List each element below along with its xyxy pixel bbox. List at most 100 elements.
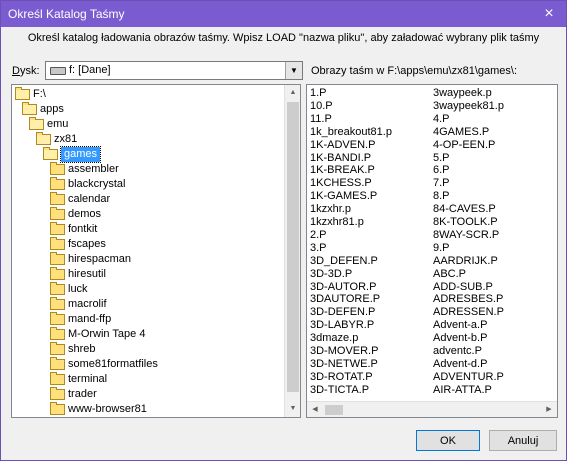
file-item[interactable]: 3D-AUTOR.P	[310, 281, 376, 294]
file-item[interactable]: adventc.P	[433, 345, 482, 358]
folder-icon	[50, 237, 65, 250]
tree-scroll-thumb[interactable]	[287, 102, 299, 392]
tree-item-label: zx81	[54, 133, 78, 145]
file-item[interactable]: Advent-d.P	[433, 358, 487, 371]
close-icon[interactable]: ×	[532, 1, 566, 27]
file-item[interactable]: 3D-LABYR.P	[310, 319, 374, 332]
tree-item-label: blackcrystal	[68, 178, 126, 190]
tree-item-label: some81formatfiles	[68, 358, 158, 370]
file-item[interactable]: 3D-MOVER.P	[310, 345, 378, 358]
instructions-text: Określ katalog ładowania obrazów taśmy. …	[27, 32, 540, 44]
dropdown-arrow-icon[interactable]: ▼	[285, 62, 302, 79]
file-item[interactable]: 1KCHESS.P	[310, 177, 372, 190]
tree-item-label: M-Orwin Tape 4	[68, 328, 146, 340]
folder-icon	[50, 162, 65, 175]
tree-item-label: fscapes	[68, 238, 106, 250]
scroll-right-icon[interactable]: ▶	[541, 402, 557, 417]
folder-icon	[50, 207, 65, 220]
file-item[interactable]: 8.P	[433, 190, 450, 203]
tree-item-label: shreb	[68, 343, 96, 355]
folder-icon	[50, 402, 65, 415]
scroll-up-icon[interactable]: ▲	[285, 85, 300, 101]
file-item[interactable]: 7.P	[433, 177, 450, 190]
drive-value: f: [Dane]	[69, 64, 111, 76]
file-item[interactable]: 4.P	[433, 113, 450, 126]
tree-item-label: F:\	[33, 88, 46, 100]
file-item[interactable]: 11.P	[310, 113, 332, 126]
scroll-left-icon[interactable]: ◀	[307, 402, 323, 417]
file-item[interactable]: 4GAMES.P	[433, 126, 489, 139]
file-item[interactable]: 1K-ADVEN.P	[310, 139, 375, 152]
open-folder-icon	[15, 87, 30, 100]
folder-icon	[50, 327, 65, 340]
folder-icon	[50, 252, 65, 265]
tree-item-label: emu	[47, 118, 69, 130]
file-item[interactable]: 1k_breakout81.p	[310, 126, 392, 139]
folder-icon	[50, 357, 65, 370]
dialog-window: Określ Katalog Taśmy × Określ katalog ła…	[0, 0, 567, 461]
file-item[interactable]: 3.P	[310, 242, 327, 255]
file-item[interactable]: 3D-TICTA.P	[310, 384, 369, 397]
file-item[interactable]: 1K-BREAK.P	[310, 164, 375, 177]
tree-item-label: assembler	[68, 163, 119, 175]
tape-images-header: Obrazy taśm w F:\apps\emu\zx81\games\:	[311, 65, 518, 77]
files-horizontal-scrollbar[interactable]: ◀ ▶	[307, 401, 557, 417]
file-item[interactable]: Advent-a.P	[433, 319, 487, 332]
open-folder-icon	[43, 147, 58, 160]
file-item[interactable]: Advent-b.P	[433, 332, 487, 345]
scroll-down-icon[interactable]: ▼	[285, 401, 300, 417]
directory-tree[interactable]: F:\ apps emu zx81 games assembler blackcrystal…	[11, 84, 301, 418]
open-folder-icon	[29, 117, 44, 130]
file-item[interactable]: 9.P	[433, 242, 450, 255]
tree-item-label: luck	[68, 283, 88, 295]
file-item[interactable]: 1kzxhr.p	[310, 203, 351, 216]
file-item[interactable]: 3D-ROTAT.P	[310, 371, 373, 384]
file-item[interactable]: 1kzxhr81.p	[310, 216, 364, 229]
file-item[interactable]: 3waypeek.p	[433, 87, 492, 100]
file-item[interactable]: AIR-ATTA.P	[433, 384, 492, 397]
file-item[interactable]: 2.P	[310, 229, 327, 242]
drive-select[interactable]: f: [Dane] ▼	[45, 61, 303, 80]
file-item[interactable]: 3DAUTORE.P	[310, 293, 380, 306]
files-scroll-thumb[interactable]	[325, 405, 343, 415]
file-item[interactable]: 1K-GAMES.P	[310, 190, 377, 203]
file-item[interactable]: 1.P	[310, 87, 327, 100]
file-item[interactable]: AARDRIJK.P	[433, 255, 498, 268]
folder-icon	[50, 267, 65, 280]
file-item[interactable]: ADRESSEN.P	[433, 306, 504, 319]
file-item[interactable]: ADVENTUR.P	[433, 371, 504, 384]
file-item[interactable]: 6.P	[433, 164, 450, 177]
drive-label: Dysk:	[12, 65, 40, 77]
tree-item-label: trader	[68, 388, 97, 400]
file-item[interactable]: 8WAY-SCR.P	[433, 229, 499, 242]
file-item[interactable]: 10.P	[310, 100, 333, 113]
tape-file-list[interactable]: 1.P 10.P 11.P 1k_breakout81.p 1K-ADVEN.P 1K-B…	[306, 84, 558, 418]
tree-item-label: hirespacman	[68, 253, 131, 265]
file-item[interactable]: 8K-TOOLK.P	[433, 216, 498, 229]
file-item[interactable]: 3waypeek81.p	[433, 100, 504, 113]
file-item[interactable]: ADD-SUB.P	[433, 281, 493, 294]
file-item[interactable]: 84-CAVES.P	[433, 203, 496, 216]
tree-item-label: macrolif	[68, 298, 107, 310]
file-item[interactable]: 3D-3D.P	[310, 268, 352, 281]
file-item[interactable]: 3dmaze.p	[310, 332, 358, 345]
folder-icon	[50, 387, 65, 400]
file-item[interactable]: 4-OP-EEN.P	[433, 139, 495, 152]
tree-item-label: mand-ffp	[68, 313, 112, 325]
file-item[interactable]: ADRESBES.P	[433, 293, 503, 306]
file-item[interactable]: 1K-BANDI.P	[310, 152, 371, 165]
file-item[interactable]: 3D_DEFEN.P	[310, 255, 378, 268]
file-item[interactable]: 3D-DEFEN.P	[310, 306, 375, 319]
folder-icon	[50, 222, 65, 235]
file-item[interactable]: ABC.P	[433, 268, 466, 281]
title-bar[interactable]: Określ Katalog Taśmy ×	[1, 1, 566, 27]
file-item[interactable]: 3D-NETWE.P	[310, 358, 378, 371]
folder-icon	[50, 312, 65, 325]
folder-icon	[50, 177, 65, 190]
window-title: Określ Katalog Taśmy	[8, 7, 125, 21]
cancel-button[interactable]: Anuluj	[489, 430, 557, 451]
file-item[interactable]: 5.P	[433, 152, 450, 165]
tree-vertical-scrollbar[interactable]: ▲ ▼	[284, 85, 300, 417]
folder-icon	[50, 282, 65, 295]
ok-button[interactable]: OK	[416, 430, 480, 451]
